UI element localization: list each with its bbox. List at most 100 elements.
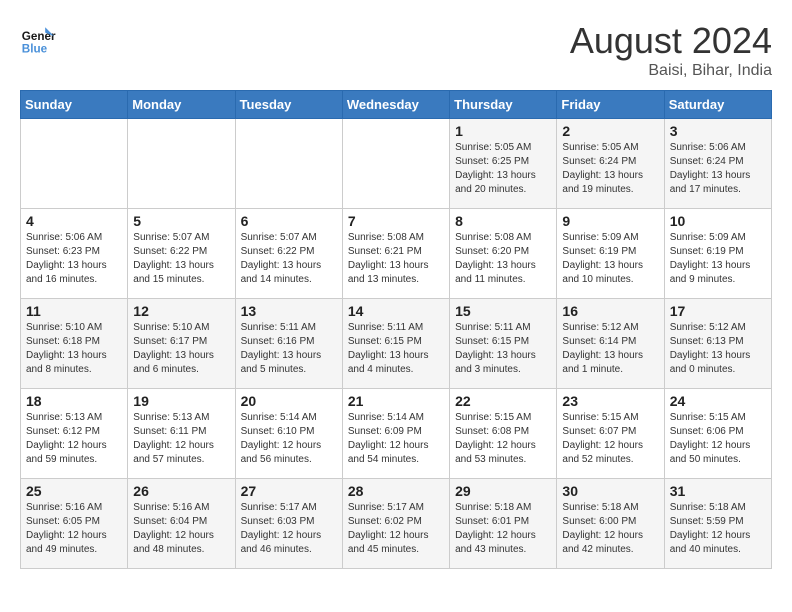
location: Baisi, Bihar, India: [570, 62, 772, 80]
day-number: 7: [348, 213, 444, 229]
day-number: 16: [562, 303, 658, 319]
day-info: Sunrise: 5:15 AM Sunset: 6:08 PM Dayligh…: [455, 411, 551, 467]
day-info: Sunrise: 5:11 AM Sunset: 6:16 PM Dayligh…: [241, 321, 337, 377]
day-info: Sunrise: 5:08 AM Sunset: 6:21 PM Dayligh…: [348, 231, 444, 287]
day-number: 20: [241, 393, 337, 409]
calendar-cell: [128, 119, 235, 209]
day-header-thursday: Thursday: [450, 91, 557, 119]
day-header-saturday: Saturday: [664, 91, 771, 119]
calendar-cell: 4Sunrise: 5:06 AM Sunset: 6:23 PM Daylig…: [21, 209, 128, 299]
day-header-monday: Monday: [128, 91, 235, 119]
day-info: Sunrise: 5:07 AM Sunset: 6:22 PM Dayligh…: [241, 231, 337, 287]
day-info: Sunrise: 5:11 AM Sunset: 6:15 PM Dayligh…: [455, 321, 551, 377]
day-number: 19: [133, 393, 229, 409]
day-number: 14: [348, 303, 444, 319]
day-number: 28: [348, 483, 444, 499]
day-number: 31: [670, 483, 766, 499]
day-number: 10: [670, 213, 766, 229]
calendar-cell: 28Sunrise: 5:17 AM Sunset: 6:02 PM Dayli…: [342, 479, 449, 569]
calendar-cell: 18 Sunrise: 5:13 AM Sunset: 6:12 PM Dayli…: [21, 389, 128, 479]
svg-text:Blue: Blue: [22, 42, 48, 55]
calendar-cell: 29Sunrise: 5:18 AM Sunset: 6:01 PM Dayli…: [450, 479, 557, 569]
day-info: Sunrise: 5:14 AM Sunset: 6:09 PM Dayligh…: [348, 411, 444, 467]
day-info: Sunrise: 5:14 AM Sunset: 6:10 PM Dayligh…: [241, 411, 337, 467]
calendar-cell: 8 Sunrise: 5:08 AM Sunset: 6:20 PM Daylig…: [450, 209, 557, 299]
calendar-cell: 7 Sunrise: 5:08 AM Sunset: 6:21 PM Daylig…: [342, 209, 449, 299]
logo-icon: General Blue: [20, 20, 56, 56]
day-info: Sunrise: 5:17 AM Sunset: 6:03 PM Dayligh…: [241, 501, 337, 557]
day-info: Sunrise: 5:12 AM Sunset: 6:14 PM Dayligh…: [562, 321, 658, 377]
week-row-3: 11Sunrise: 5:10 AM Sunset: 6:18 PM Dayli…: [21, 299, 772, 389]
day-info: Sunrise: 5:18 AM Sunset: 5:59 PM Dayligh…: [670, 501, 766, 557]
header-row: SundayMondayTuesdayWednesdayThursdayFrid…: [21, 91, 772, 119]
day-number: 1: [455, 123, 551, 139]
day-header-tuesday: Tuesday: [235, 91, 342, 119]
day-number: 12: [133, 303, 229, 319]
day-number: 30: [562, 483, 658, 499]
calendar-cell: 31 Sunrise: 5:18 AM Sunset: 5:59 PM Dayli…: [664, 479, 771, 569]
week-row-5: 25Sunrise: 5:16 AM Sunset: 6:05 PM Dayli…: [21, 479, 772, 569]
day-info: Sunrise: 5:07 AM Sunset: 6:22 PM Dayligh…: [133, 231, 229, 287]
day-header-sunday: Sunday: [21, 91, 128, 119]
calendar-cell: 19Sunrise: 5:13 AM Sunset: 6:11 PM Dayli…: [128, 389, 235, 479]
calendar-cell: 30 Sunrise: 5:18 AM Sunset: 6:00 PM Dayli…: [557, 479, 664, 569]
calendar-table: SundayMondayTuesdayWednesdayThursdayFrid…: [20, 90, 772, 569]
day-number: 18: [26, 393, 122, 409]
calendar-cell: [342, 119, 449, 209]
day-info: Sunrise: 5:15 AM Sunset: 6:06 PM Dayligh…: [670, 411, 766, 467]
day-number: 6: [241, 213, 337, 229]
month-year: August 2024: [570, 20, 772, 62]
day-info: Sunrise: 5:13 AM Sunset: 6:12 PM Dayligh…: [26, 411, 122, 467]
day-number: 25: [26, 483, 122, 499]
week-row-1: 1 Sunrise: 5:05 AM Sunset: 6:25 PM Daylig…: [21, 119, 772, 209]
day-info: Sunrise: 5:11 AM Sunset: 6:15 PM Dayligh…: [348, 321, 444, 377]
day-info: Sunrise: 5:09 AM Sunset: 6:19 PM Dayligh…: [670, 231, 766, 287]
calendar-cell: 21 Sunrise: 5:14 AM Sunset: 6:09 PM Dayli…: [342, 389, 449, 479]
day-number: 3: [670, 123, 766, 139]
calendar-cell: 1 Sunrise: 5:05 AM Sunset: 6:25 PM Daylig…: [450, 119, 557, 209]
day-number: 24: [670, 393, 766, 409]
day-number: 9: [562, 213, 658, 229]
calendar-cell: 15 Sunrise: 5:11 AM Sunset: 6:15 PM Dayli…: [450, 299, 557, 389]
logo: General Blue: [20, 20, 56, 56]
title-block: August 2024 Baisi, Bihar, India: [570, 20, 772, 80]
day-number: 13: [241, 303, 337, 319]
calendar-body: 1 Sunrise: 5:05 AM Sunset: 6:25 PM Daylig…: [21, 119, 772, 569]
calendar-cell: 16 Sunrise: 5:12 AM Sunset: 6:14 PM Dayli…: [557, 299, 664, 389]
week-row-2: 4Sunrise: 5:06 AM Sunset: 6:23 PM Daylig…: [21, 209, 772, 299]
calendar-cell: 11Sunrise: 5:10 AM Sunset: 6:18 PM Dayli…: [21, 299, 128, 389]
day-number: 21: [348, 393, 444, 409]
day-number: 2: [562, 123, 658, 139]
day-header-friday: Friday: [557, 91, 664, 119]
day-number: 15: [455, 303, 551, 319]
day-info: Sunrise: 5:06 AM Sunset: 6:23 PM Dayligh…: [26, 231, 122, 287]
day-info: Sunrise: 5:09 AM Sunset: 6:19 PM Dayligh…: [562, 231, 658, 287]
day-info: Sunrise: 5:05 AM Sunset: 6:24 PM Dayligh…: [562, 141, 658, 197]
day-info: Sunrise: 5:10 AM Sunset: 6:17 PM Dayligh…: [133, 321, 229, 377]
day-number: 8: [455, 213, 551, 229]
day-number: 5: [133, 213, 229, 229]
calendar-cell: 13 Sunrise: 5:11 AM Sunset: 6:16 PM Dayli…: [235, 299, 342, 389]
calendar-cell: 24 Sunrise: 5:15 AM Sunset: 6:06 PM Dayli…: [664, 389, 771, 479]
calendar-cell: 12 Sunrise: 5:10 AM Sunset: 6:17 PM Dayli…: [128, 299, 235, 389]
calendar-cell: 3Sunrise: 5:06 AM Sunset: 6:24 PM Daylig…: [664, 119, 771, 209]
day-info: Sunrise: 5:05 AM Sunset: 6:25 PM Dayligh…: [455, 141, 551, 197]
calendar-cell: 25Sunrise: 5:16 AM Sunset: 6:05 PM Dayli…: [21, 479, 128, 569]
calendar-cell: 5 Sunrise: 5:07 AM Sunset: 6:22 PM Daylig…: [128, 209, 235, 299]
page-header: General Blue August 2024 Baisi, Bihar, I…: [20, 20, 772, 80]
calendar-cell: [235, 119, 342, 209]
calendar-cell: 22 Sunrise: 5:15 AM Sunset: 6:08 PM Dayli…: [450, 389, 557, 479]
calendar-cell: 6 Sunrise: 5:07 AM Sunset: 6:22 PM Daylig…: [235, 209, 342, 299]
calendar-cell: 17Sunrise: 5:12 AM Sunset: 6:13 PM Dayli…: [664, 299, 771, 389]
day-number: 27: [241, 483, 337, 499]
day-info: Sunrise: 5:18 AM Sunset: 6:00 PM Dayligh…: [562, 501, 658, 557]
day-number: 29: [455, 483, 551, 499]
calendar-cell: 23Sunrise: 5:15 AM Sunset: 6:07 PM Dayli…: [557, 389, 664, 479]
calendar-cell: [21, 119, 128, 209]
calendar-cell: 2 Sunrise: 5:05 AM Sunset: 6:24 PM Daylig…: [557, 119, 664, 209]
day-info: Sunrise: 5:10 AM Sunset: 6:18 PM Dayligh…: [26, 321, 122, 377]
day-info: Sunrise: 5:08 AM Sunset: 6:20 PM Dayligh…: [455, 231, 551, 287]
day-number: 22: [455, 393, 551, 409]
day-info: Sunrise: 5:15 AM Sunset: 6:07 PM Dayligh…: [562, 411, 658, 467]
svg-text:General: General: [22, 30, 56, 43]
